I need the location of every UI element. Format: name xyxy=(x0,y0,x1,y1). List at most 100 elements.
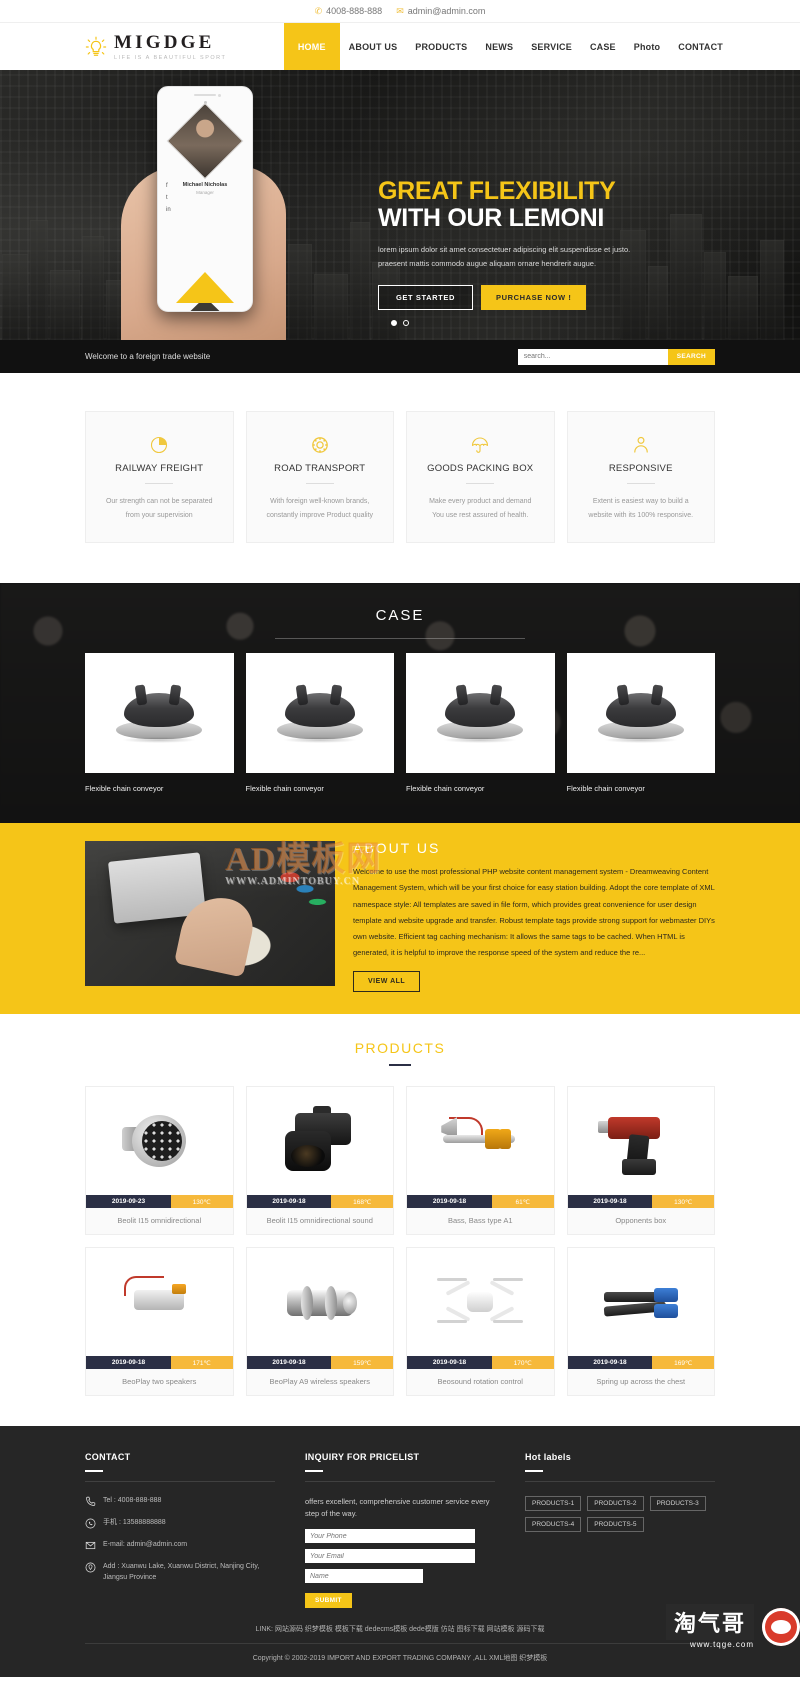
nav-item-case[interactable]: CASE xyxy=(581,23,625,70)
topbar-phone: ✆ 4008-888-888 xyxy=(315,6,383,16)
topbar-phone-text: 4008-888-888 xyxy=(326,6,383,16)
carousel-dot-2[interactable] xyxy=(403,320,409,326)
hero-title-line2: WITH OUR LEMONI xyxy=(378,203,605,232)
feature-description: Extent is easiest way to build a website… xyxy=(588,498,694,519)
case-caption: Flexible chain conveyor xyxy=(245,784,324,794)
footer-title-rule xyxy=(85,1470,103,1473)
inquiry-name-input[interactable] xyxy=(305,1569,423,1584)
hero-banner: f t in Michael Nicholas Manager GREAT FL… xyxy=(0,70,800,340)
pie-chart-icon xyxy=(102,434,217,456)
footer-divider xyxy=(85,1481,275,1483)
feature-title: ROAD TRANSPORT xyxy=(274,463,366,474)
hot-label-tag[interactable]: PRODUCTS-5 xyxy=(587,1517,644,1533)
feature-description: Make every product and demand You use re… xyxy=(429,498,532,519)
footer-address-text: Add : Xuanwu Lake, Xuanwu District, Nanj… xyxy=(103,1563,260,1581)
product-name: Bass, Bass type A1 xyxy=(407,1208,554,1235)
feature-card-goods-packing-box[interactable]: GOODS PACKING BOX Make every product and… xyxy=(406,411,555,544)
feature-title: GOODS PACKING BOX xyxy=(427,463,534,474)
footer-hotlabels-title: Hot labels xyxy=(525,1452,572,1463)
feature-divider xyxy=(626,483,655,484)
search-bar: Welcome to a foreign trade website SEARC… xyxy=(0,340,800,373)
product-card[interactable]: 2019-09-18 169℃ Spring up across the che… xyxy=(566,1247,715,1397)
feature-title: RESPONSIVE xyxy=(608,463,673,474)
hot-label-tag[interactable]: PRODUCTS-2 xyxy=(587,1496,644,1512)
nav-item-products[interactable]: PRODUCTS xyxy=(406,23,476,70)
product-date: 2019-09-23 xyxy=(86,1195,171,1209)
feature-card-railway-freight[interactable]: RAILWAY FREIGHT Our strength can not be … xyxy=(85,411,234,544)
facebook-icon[interactable]: f xyxy=(166,183,171,189)
product-card[interactable]: 2019-09-23 130℃ Beolit I15 omnidirection… xyxy=(85,1086,234,1236)
footer-email-line: E-mail: admin@admin.com xyxy=(85,1540,275,1551)
topbar-email[interactable]: ✉ admin@admin.com xyxy=(396,6,485,16)
feature-divider xyxy=(145,483,174,484)
nav-item-about-us[interactable]: ABOUT US xyxy=(340,23,407,70)
lightbulb-icon xyxy=(85,36,107,58)
product-card[interactable]: 2019-09-18 168℃ Beolit I15 omnidirection… xyxy=(245,1086,394,1236)
footer-links[interactable]: LINK: 网站源码 织梦模板 模板下载 dedecms模板 dede模版 仿站… xyxy=(85,1608,715,1643)
product-name: Opponents box xyxy=(567,1208,714,1235)
logo-text: MIGDGE LIFE IS A BEAUTIFUL SPORT xyxy=(114,33,226,61)
product-meta: 2019-09-23 130℃ xyxy=(86,1195,233,1209)
linkedin-icon[interactable]: in xyxy=(166,207,171,213)
case-image xyxy=(406,653,555,774)
case-title: CASE xyxy=(375,607,425,625)
nav-item-service[interactable]: SERVICE xyxy=(522,23,581,70)
inquiry-phone-input[interactable] xyxy=(305,1529,475,1544)
inquiry-submit-button[interactable]: SUBMIT xyxy=(305,1593,352,1609)
case-item[interactable]: Flexible chain conveyor xyxy=(245,653,394,794)
nav-item-contact[interactable]: CONTACT xyxy=(669,23,732,70)
phone-icon xyxy=(85,1496,96,1507)
product-meta: 2019-09-18 168℃ xyxy=(246,1195,393,1209)
camera-product-art xyxy=(277,1101,363,1181)
product-date: 2019-09-18 xyxy=(567,1195,653,1209)
feature-title: RAILWAY FREIGHT xyxy=(115,463,204,474)
about-image xyxy=(85,841,335,987)
envelope-icon: ✉ xyxy=(396,5,404,16)
inquiry-email-input[interactable] xyxy=(305,1549,475,1564)
product-card[interactable]: 2019-09-18 61℃ Bass, Bass type A1 xyxy=(406,1086,555,1236)
twitter-icon[interactable]: t xyxy=(166,195,171,201)
site-header: MIGDGE LIFE IS A BEAUTIFUL SPORT HOME AB… xyxy=(0,23,800,70)
product-card[interactable]: 2019-09-18 171℃ BeoPlay two speakers xyxy=(85,1247,234,1397)
about-body: ABOUT US Welcome to use the most profess… xyxy=(353,841,715,993)
search-button[interactable]: SEARCH xyxy=(667,348,715,365)
hot-label-tag[interactable]: PRODUCTS-4 xyxy=(525,1517,582,1533)
view-all-button[interactable]: VIEW ALL xyxy=(353,971,421,993)
purchase-now-button[interactable]: PURCHASE NOW ! xyxy=(480,284,587,310)
product-card[interactable]: 2019-09-18 159℃ BeoPlay A9 wireless spea… xyxy=(245,1247,394,1397)
nav-item-photo[interactable]: Photo xyxy=(625,23,670,70)
search-input[interactable] xyxy=(517,348,668,365)
nav-item-news[interactable]: NEWS xyxy=(476,23,522,70)
conveyor-product-art xyxy=(437,683,524,744)
footer-title-rule xyxy=(305,1470,323,1473)
carousel-dot-1[interactable] xyxy=(391,320,397,326)
logo[interactable]: MIGDGE LIFE IS A BEAUTIFUL SPORT xyxy=(85,33,226,61)
feature-card-road-transport[interactable]: ROAD TRANSPORT With foreign well-known b… xyxy=(245,411,394,544)
nav-item-home[interactable]: HOME xyxy=(283,23,340,70)
case-item[interactable]: Flexible chain conveyor xyxy=(85,653,234,793)
product-temp: 130℃ xyxy=(652,1195,714,1209)
product-image xyxy=(567,1248,714,1357)
footer-address-line: Add : Xuanwu Lake, Xuanwu District, Nanj… xyxy=(85,1562,275,1583)
product-card[interactable]: 2019-09-18 130℃ Opponents box xyxy=(566,1086,715,1236)
hot-label-tag[interactable]: PRODUCTS-3 xyxy=(649,1496,706,1512)
top-bar: ✆ 4008-888-888 ✉ admin@admin.com xyxy=(0,0,800,23)
watermark-url: www.tqge.com xyxy=(689,1640,754,1650)
product-meta: 2019-09-18 61℃ xyxy=(407,1195,554,1209)
product-image xyxy=(86,1087,233,1196)
profile-name: Michael Nicholas xyxy=(182,182,228,188)
product-meta: 2019-09-18 159℃ xyxy=(246,1356,393,1370)
phone-frame: f t in Michael Nicholas Manager xyxy=(157,86,253,312)
feature-card-responsive[interactable]: RESPONSIVE Extent is easiest way to buil… xyxy=(566,411,715,544)
product-meta: 2019-09-18 170℃ xyxy=(407,1356,554,1370)
product-card[interactable]: 2019-09-18 170℃ Beosound rotation contro… xyxy=(406,1247,555,1397)
feature-description: Our strength can not be separated from y… xyxy=(105,498,213,519)
product-temp: 159℃ xyxy=(331,1356,393,1370)
product-name: BeoPlay A9 wireless speakers xyxy=(246,1369,393,1396)
case-item[interactable]: Flexible chain conveyor xyxy=(566,653,715,793)
hot-label-tag[interactable]: PRODUCTS-1 xyxy=(525,1496,582,1512)
product-date: 2019-09-18 xyxy=(567,1356,653,1370)
product-name: Beolit I15 omnidirectional sound xyxy=(246,1208,393,1235)
case-item[interactable]: Flexible chain conveyor xyxy=(406,653,555,793)
get-started-button[interactable]: GET STARTED xyxy=(378,284,473,310)
